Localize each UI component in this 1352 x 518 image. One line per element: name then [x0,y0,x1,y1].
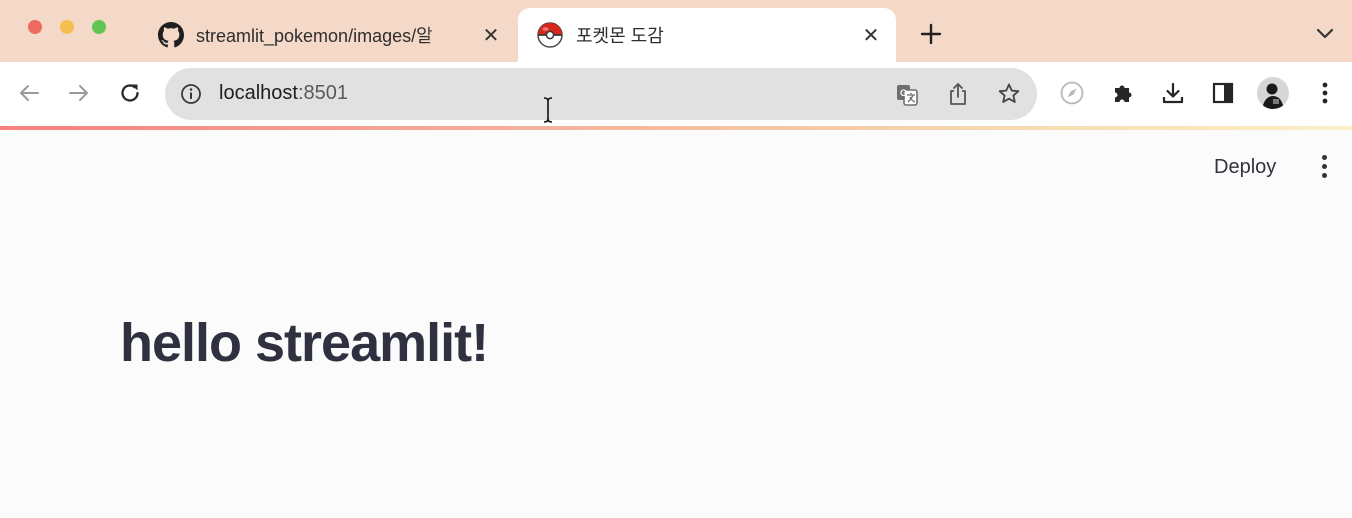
pokeball-icon [536,21,564,49]
browser-menu-icon[interactable] [1308,76,1342,110]
new-tab-button[interactable] [915,18,947,50]
site-info-icon[interactable] [180,83,202,105]
tab-close-button[interactable]: ✕ [478,22,504,48]
tab-search-button[interactable] [1312,22,1338,46]
browser-titlebar: streamlit_pokemon/images/알 ✕ 포켓몬 도감 ✕ [0,0,1352,62]
app-menu-button[interactable] [1312,152,1336,180]
page-title: hello streamlit! [120,313,489,373]
window-minimize-button[interactable] [60,20,74,34]
tab-title: streamlit_pokemon/images/알 [196,26,433,46]
extensions-puzzle-icon[interactable] [1106,76,1140,110]
tab-close-button[interactable]: ✕ [858,22,884,48]
window-maximize-button[interactable] [92,20,106,34]
github-icon [158,22,184,48]
side-panel-icon[interactable] [1206,76,1240,110]
app-page: Deploy hello streamlit! [0,130,1352,518]
browser-toolbar: localhost:8501 G [0,62,1352,126]
deploy-button[interactable]: Deploy [1204,152,1286,183]
tab-title: 포켓몬 도감 [576,26,664,46]
address-bar[interactable]: localhost:8501 G [165,68,1037,123]
translate-icon[interactable]: G [895,83,919,107]
bookmark-star-icon[interactable] [997,82,1021,106]
text-cursor-icon [542,96,554,124]
window-close-button[interactable] [28,20,42,34]
compass-extension-icon[interactable] [1055,76,1089,110]
url-port: :8501 [297,82,348,104]
share-icon[interactable] [947,82,969,106]
tab-github[interactable]: streamlit_pokemon/images/알 ✕ [142,8,516,62]
address-url[interactable]: localhost:8501 [219,82,348,105]
forward-button[interactable] [62,76,96,110]
downloads-icon[interactable] [1156,76,1190,110]
tab-pokedex[interactable]: 포켓몬 도감 ✕ [518,8,896,62]
profile-avatar[interactable] [1256,76,1290,110]
svg-text:G: G [900,88,907,98]
reload-button[interactable] [113,76,147,110]
url-host: localhost [219,82,298,104]
back-button[interactable] [12,76,46,110]
